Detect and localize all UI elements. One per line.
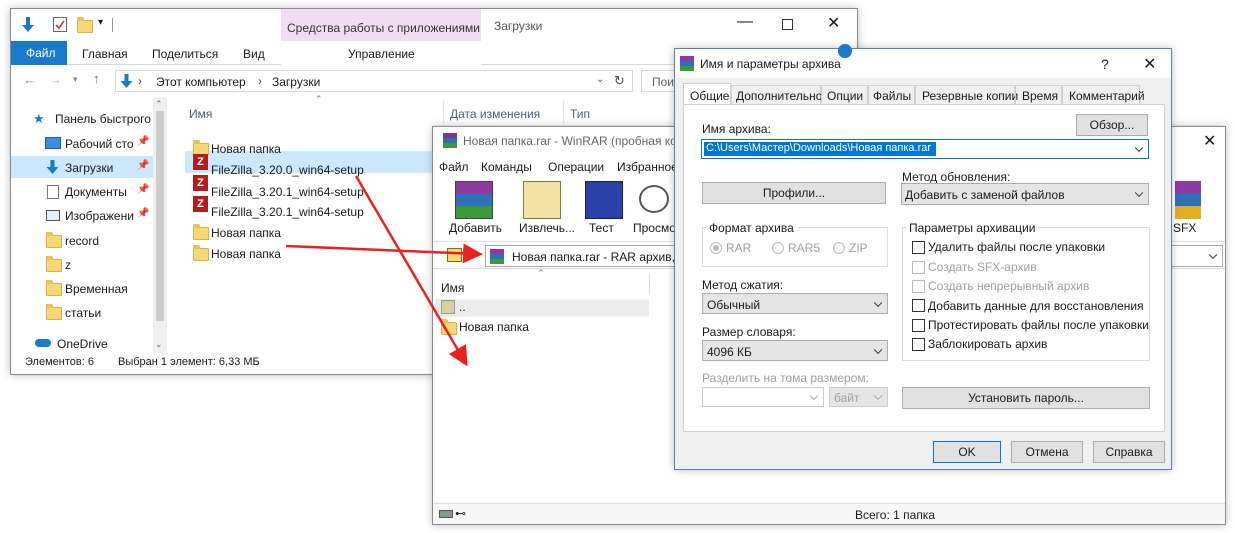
annotation-arrows	[285, 175, 483, 367]
arrow-to-winrar-list	[354, 175, 468, 367]
arrow-to-winrar-path	[285, 243, 483, 264]
